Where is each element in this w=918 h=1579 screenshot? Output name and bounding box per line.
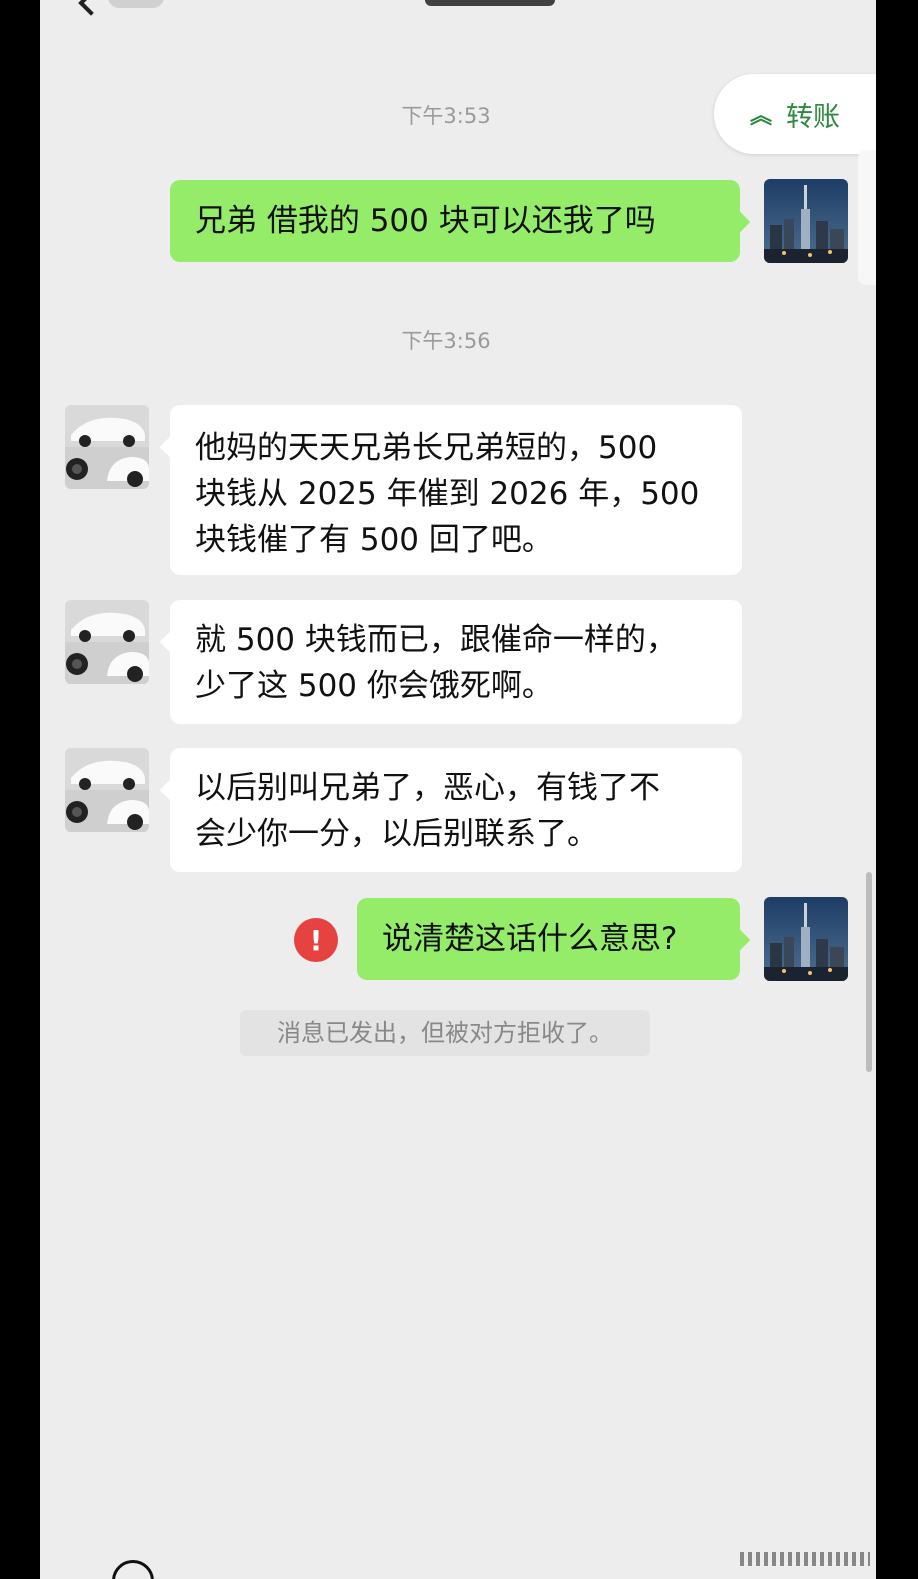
message-bubble-sent[interactable]: 兄弟 借我的 500 块可以还我了吗 bbox=[170, 180, 751, 262]
message-bubble-sent[interactable]: 说清楚这话什么意思? bbox=[357, 898, 751, 980]
back-arrow-icon[interactable] bbox=[78, 0, 104, 16]
scrollbar[interactable] bbox=[866, 872, 872, 1072]
white-car-avatar[interactable] bbox=[65, 405, 149, 489]
white-car-avatar[interactable] bbox=[65, 600, 149, 684]
city-skyline-avatar[interactable] bbox=[764, 897, 848, 981]
bubble-tail bbox=[159, 778, 183, 802]
message-line: 就 500 块钱而已，跟催命一样的， bbox=[195, 622, 677, 658]
message-bubble-received[interactable]: 他妈的天天兄弟长兄弟短的，500 块钱从 2025 年催到 2026 年，500… bbox=[159, 405, 742, 575]
bubble-tail bbox=[159, 435, 183, 459]
city-skyline-avatar[interactable] bbox=[764, 179, 848, 263]
message-line: 以后别叫兄弟了，恶心，有钱了不 bbox=[195, 770, 660, 806]
bubble-tail bbox=[159, 630, 183, 654]
timestamp: 下午3:53 bbox=[401, 104, 491, 128]
message-bubble-received[interactable]: 就 500 块钱而已，跟催命一样的， 少了这 500 你会饿死啊。 bbox=[159, 600, 742, 724]
message-line: 会少你一分，以后别联系了。 bbox=[195, 816, 598, 852]
message-text: 说清楚这话什么意思? bbox=[382, 921, 678, 957]
bubble-tail bbox=[727, 928, 751, 952]
send-failed-icon[interactable]: ! bbox=[294, 918, 338, 962]
message-line: 少了这 500 你会饿死啊。 bbox=[195, 668, 553, 704]
message-text: 兄弟 借我的 500 块可以还我了吗 bbox=[195, 203, 656, 239]
circle-icon[interactable] bbox=[112, 1560, 154, 1579]
chat-title bbox=[425, 0, 555, 6]
chat-screen: 下午3:53 ︽ 转账 兄弟 借我的 500 块可以还我了吗 下午3:56 他妈… bbox=[40, 0, 876, 1579]
rejected-system-notice: 消息已发出，但被对方拒收了。 bbox=[240, 1010, 650, 1056]
unread-count-badge bbox=[108, 0, 164, 8]
timestamp: 下午3:56 bbox=[401, 329, 491, 353]
message-line: 块钱从 2025 年催到 2026 年，500 bbox=[195, 476, 700, 512]
message-line: 他妈的天天兄弟长兄弟短的，500 bbox=[195, 430, 658, 466]
message-line: 块钱催了有 500 回了吧。 bbox=[195, 522, 553, 558]
white-car-avatar[interactable] bbox=[65, 748, 149, 832]
side-panel-edge bbox=[858, 150, 876, 285]
toolbar-fragment bbox=[740, 1552, 870, 1566]
transfer-button[interactable]: ︽ 转账 bbox=[714, 74, 876, 154]
message-bubble-received[interactable]: 以后别叫兄弟了，恶心，有钱了不 会少你一分，以后别联系了。 bbox=[159, 748, 742, 872]
transfer-label: 转账 bbox=[786, 101, 840, 133]
chevron-up-icon: ︽ bbox=[749, 104, 772, 129]
bubble-tail bbox=[727, 210, 751, 234]
